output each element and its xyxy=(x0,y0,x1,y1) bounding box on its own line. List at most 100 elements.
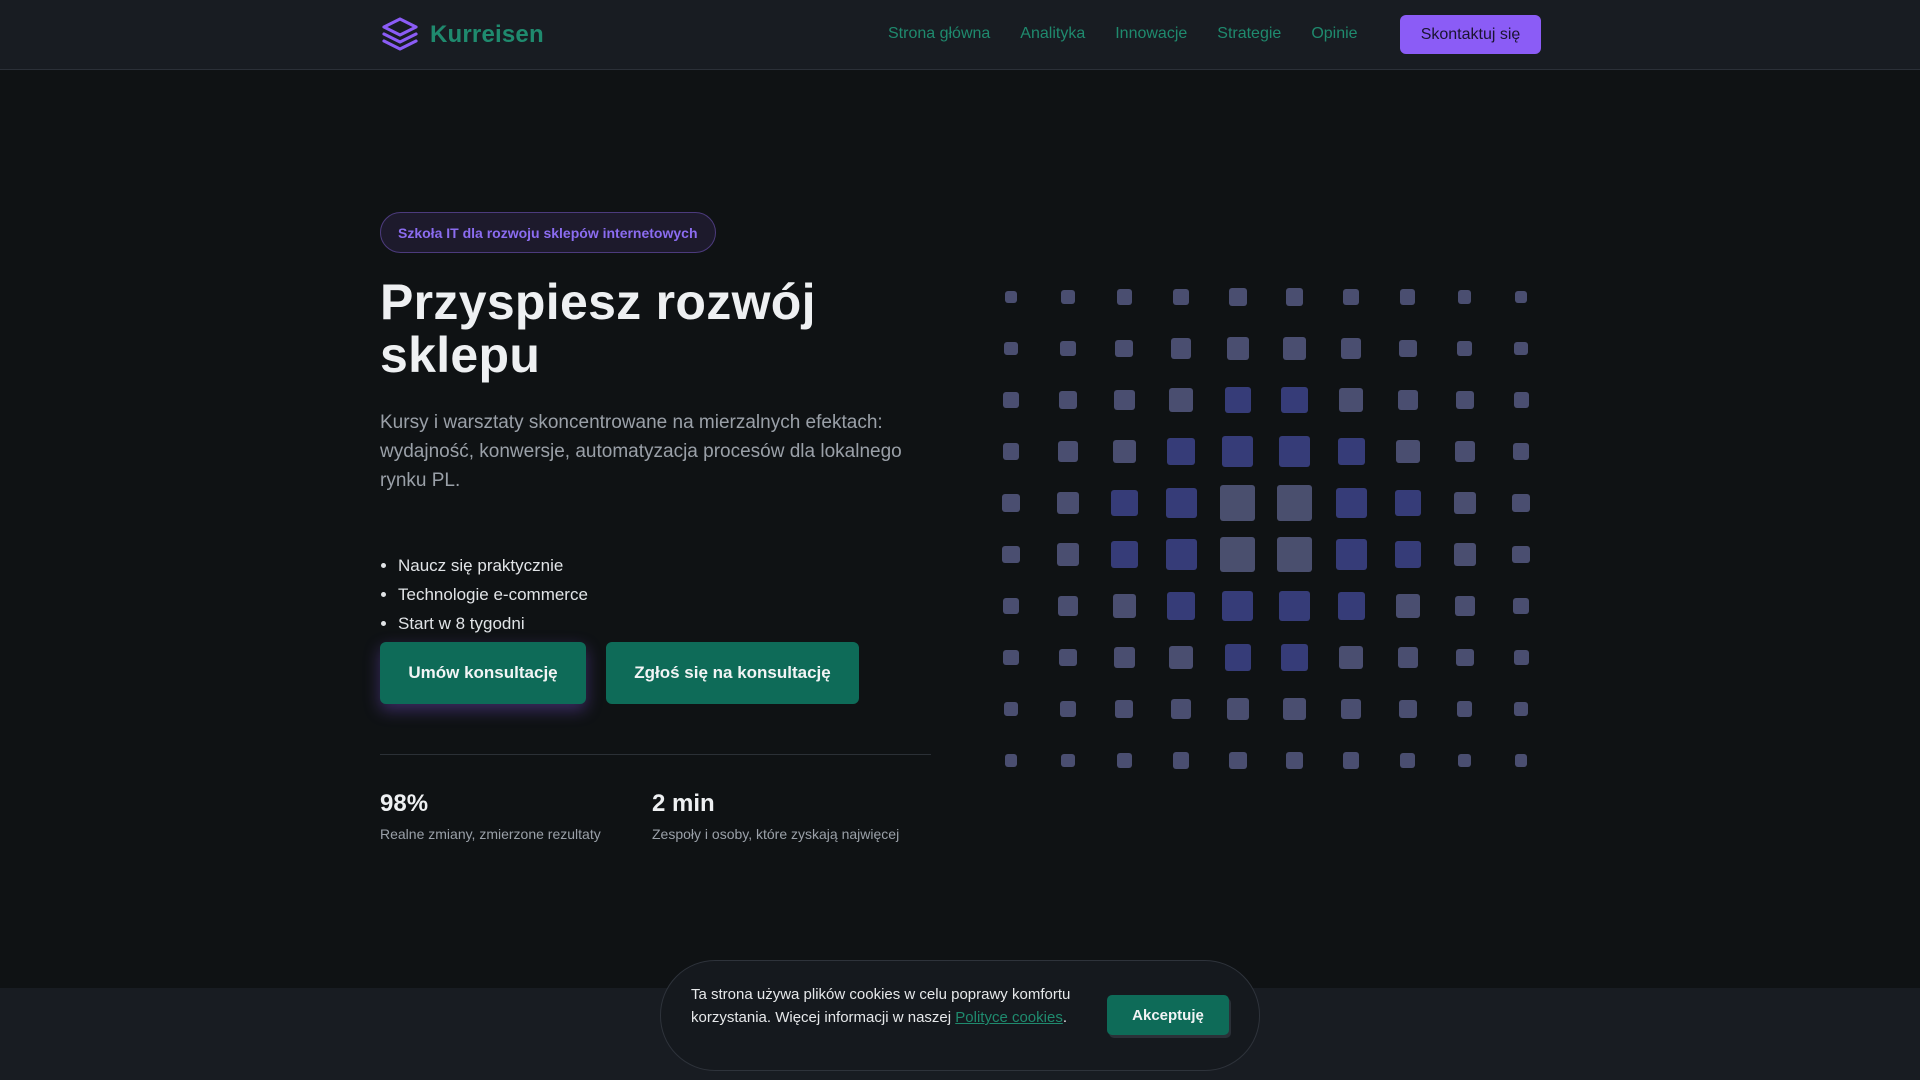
decorative-square-grid xyxy=(985,268,1545,778)
grid-square xyxy=(1114,647,1135,668)
contact-button[interactable]: Skontaktuj się xyxy=(1400,15,1541,54)
grid-square xyxy=(1457,290,1472,304)
grid-square xyxy=(1222,436,1254,467)
grid-square xyxy=(1398,700,1417,718)
grid-square xyxy=(1281,386,1308,414)
grid-square xyxy=(1002,494,1020,512)
grid-square xyxy=(1167,592,1195,620)
hero-title: Przyspiesz rozwój sklepu xyxy=(380,274,816,383)
grid-square xyxy=(1512,545,1531,564)
grid-square xyxy=(1114,389,1135,411)
grid-square xyxy=(1513,443,1530,460)
grid-square xyxy=(1116,752,1132,768)
grid-square xyxy=(1115,700,1134,718)
grid-square xyxy=(1224,386,1252,414)
cookie-text: Ta strona używa plików cookies w celu po… xyxy=(691,986,1071,1026)
grid-square xyxy=(1112,594,1137,618)
grid-square xyxy=(1058,648,1077,667)
cookie-banner: Ta strona używa plików cookies w celu po… xyxy=(660,960,1260,1071)
nav-item-analytics[interactable]: Analityka xyxy=(1020,22,1085,46)
grid-square xyxy=(1060,290,1075,304)
grid-square xyxy=(1004,290,1018,304)
accept-cookies-button[interactable]: Akceptuję xyxy=(1107,995,1229,1035)
grid-square xyxy=(1057,595,1078,616)
grid-square xyxy=(1339,388,1364,412)
grid-square xyxy=(1112,439,1137,464)
grid-square xyxy=(1513,597,1530,615)
nav-item-reviews[interactable]: Opinie xyxy=(1311,22,1357,46)
stat-value: 2 min xyxy=(652,790,715,817)
grid-square xyxy=(1456,701,1473,717)
grid-square xyxy=(1276,485,1313,521)
grid-square xyxy=(1396,594,1420,618)
nav-item-innovations[interactable]: Innowacje xyxy=(1115,22,1187,46)
grid-square xyxy=(1513,649,1529,665)
grid-square xyxy=(1056,491,1079,515)
grid-square xyxy=(1171,338,1192,359)
grid-square xyxy=(1456,340,1473,357)
layers-icon xyxy=(382,17,418,51)
grid-square xyxy=(1169,388,1193,412)
grid-square xyxy=(1514,341,1529,356)
list-item: Naucz się praktycznie xyxy=(398,551,880,580)
grid-square xyxy=(1057,441,1078,462)
grid-square xyxy=(1220,536,1256,573)
grid-square xyxy=(1398,339,1417,358)
grid-square xyxy=(1514,702,1529,716)
grid-square xyxy=(1454,595,1475,616)
stat-value: 98% xyxy=(380,790,429,817)
grid-square xyxy=(1228,288,1247,306)
grid-square xyxy=(1457,753,1472,768)
grid-square xyxy=(1226,697,1249,721)
grid-square xyxy=(1455,648,1474,667)
grid-square xyxy=(1059,340,1076,357)
grid-square xyxy=(1279,590,1310,622)
grid-square xyxy=(1341,698,1362,719)
grid-square xyxy=(1002,545,1020,564)
grid-square xyxy=(1276,536,1313,573)
grid-square xyxy=(1004,341,1018,356)
grid-square xyxy=(1339,645,1364,670)
grid-square xyxy=(1335,539,1367,570)
grid-square xyxy=(1228,751,1247,770)
logo[interactable]: Kurreisen xyxy=(380,14,544,56)
grid-square xyxy=(1003,649,1019,665)
grid-square xyxy=(1004,702,1018,716)
grid-square xyxy=(1224,644,1252,671)
cookie-policy-link[interactable]: Polityce cookies xyxy=(955,1009,1063,1026)
grid-square xyxy=(1285,751,1304,770)
grid-square xyxy=(1453,491,1476,515)
book-consultation-button[interactable]: Umów konsultację xyxy=(380,642,586,704)
grid-square xyxy=(1283,337,1306,360)
stat-label: Zespoły i osoby, które zyskają najwięcej xyxy=(652,826,900,842)
divider xyxy=(380,754,931,755)
grid-square xyxy=(1400,752,1416,768)
nav-item-home[interactable]: Strona główna xyxy=(888,22,990,46)
grid-square xyxy=(1341,338,1362,359)
grid-square xyxy=(1335,487,1367,519)
grid-square xyxy=(1337,592,1365,620)
grid-square xyxy=(1115,339,1134,358)
apply-consultation-button[interactable]: Zgłoś się na konsultację xyxy=(606,642,859,704)
grid-square xyxy=(1455,391,1474,409)
grid-square xyxy=(1397,389,1419,411)
grid-square xyxy=(1003,392,1019,408)
grid-square xyxy=(1002,443,1020,460)
grid-square xyxy=(1400,289,1416,305)
nav-item-strategies[interactable]: Strategie xyxy=(1217,22,1281,46)
main-nav: Strona główna Analityka Innowacje Strate… xyxy=(888,22,1358,46)
grid-square xyxy=(1394,541,1422,568)
grid-square xyxy=(1343,752,1360,769)
grid-square xyxy=(1515,290,1528,304)
grid-square xyxy=(1281,644,1308,671)
grid-square xyxy=(1222,590,1254,622)
feature-list: Naucz się praktycznie Technologie e-comm… xyxy=(380,551,880,638)
grid-square xyxy=(1454,441,1475,462)
grid-square xyxy=(1169,645,1193,670)
site-header: Kurreisen Strona główna Analityka Innowa… xyxy=(0,0,1920,70)
grid-square xyxy=(1397,647,1419,668)
grid-square xyxy=(1285,288,1304,306)
grid-square xyxy=(1343,288,1360,306)
grid-square xyxy=(1172,288,1190,306)
grid-square xyxy=(1165,487,1197,519)
